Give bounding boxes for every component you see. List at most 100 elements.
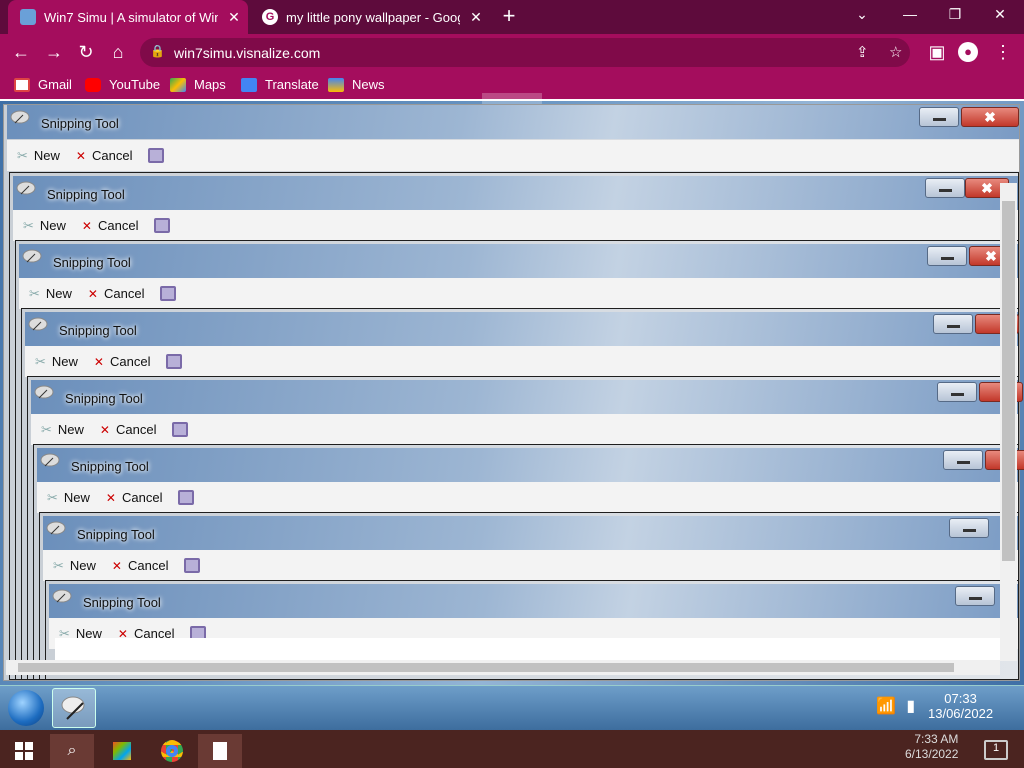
save-icon[interactable]: [172, 422, 189, 437]
sidepanel-icon[interactable]: ▣: [926, 41, 948, 63]
close-button[interactable]: ✖: [961, 107, 1019, 127]
bookmark-translate[interactable]: Translate: [241, 77, 319, 92]
windows-start-button[interactable]: [2, 734, 46, 768]
minimize-button[interactable]: [943, 450, 983, 470]
save-icon[interactable]: [148, 148, 165, 163]
minimize-button[interactable]: [919, 107, 959, 127]
window-title-bar[interactable]: Snipping Tool: [37, 448, 1024, 482]
window-title-bar[interactable]: Snipping Tool: [43, 516, 1018, 550]
snip-toolbar: ✂ New ✕ Cancel: [31, 414, 1018, 445]
bookmark-label: News: [352, 77, 385, 92]
minimize-button[interactable]: [955, 586, 995, 606]
save-icon[interactable]: [160, 286, 177, 301]
tab-search-icon[interactable]: ⌄: [850, 6, 874, 23]
file-button[interactable]: [198, 734, 242, 768]
window-title-bar[interactable]: Snipping Tool: [25, 312, 1019, 346]
new-snip-button[interactable]: ✂ New: [47, 490, 90, 506]
save-icon[interactable]: [178, 490, 195, 505]
window-title: Snipping Tool: [59, 323, 137, 338]
window-title-bar[interactable]: Snipping Tool: [31, 380, 1023, 414]
cancel-button[interactable]: ✕ Cancel: [112, 558, 169, 573]
lock-icon[interactable]: 🔒: [150, 44, 165, 58]
new-snip-button[interactable]: ✂ New: [17, 148, 60, 164]
save-icon[interactable]: [184, 558, 201, 573]
restore-window-button[interactable]: ❐: [943, 6, 967, 23]
minimize-button[interactable]: [933, 314, 973, 334]
maps-icon: [170, 77, 186, 92]
bookmark-news[interactable]: News: [328, 77, 385, 92]
store-button[interactable]: [100, 734, 144, 768]
minimize-button[interactable]: [925, 178, 965, 198]
scroll-thumb[interactable]: [18, 663, 954, 672]
vertical-scrollbar[interactable]: [1000, 183, 1017, 661]
address-bar[interactable]: 🔒 win7simu.visnalize.com ⇪ ☆: [140, 38, 910, 67]
cancel-button[interactable]: ✕ Cancel: [88, 286, 145, 301]
new-snip-button[interactable]: ✂ New: [23, 218, 66, 234]
cancel-label: Cancel: [121, 490, 163, 505]
tray-icons: 📶 ▮: [876, 696, 915, 716]
new-snip-button[interactable]: ✂ New: [53, 558, 96, 574]
back-button[interactable]: ←: [10, 41, 32, 63]
window-title: Snipping Tool: [53, 255, 131, 270]
new-snip-button[interactable]: ✂ New: [35, 354, 78, 370]
cancel-button[interactable]: ✕ Cancel: [82, 218, 139, 233]
snipping-tool-window: Snipping Tool ✂ New ✕ Cancel: [27, 376, 1024, 680]
cancel-x-icon: ✕: [87, 286, 98, 301]
google-favicon-icon: G: [262, 9, 278, 25]
windows10-clock[interactable]: 7:33 AM 6/13/2022: [905, 732, 958, 762]
minimize-button[interactable]: [937, 382, 977, 402]
win7-clock[interactable]: 07:33 13/06/2022: [928, 691, 993, 721]
forward-button[interactable]: →: [43, 41, 65, 63]
save-icon[interactable]: [154, 218, 171, 233]
scroll-thumb[interactable]: [1002, 201, 1015, 561]
minimize-button[interactable]: [949, 518, 989, 538]
bookmark-maps[interactable]: Maps: [170, 77, 226, 92]
cancel-button[interactable]: ✕ Cancel: [106, 490, 163, 505]
windows-start-orb-icon[interactable]: [8, 690, 44, 726]
close-tab-icon[interactable]: ✕: [226, 9, 242, 26]
cancel-button[interactable]: ✕ Cancel: [100, 422, 157, 437]
new-tab-button[interactable]: +: [498, 4, 520, 28]
taskbar-snipping-tool-button[interactable]: [52, 688, 96, 728]
minimize-button[interactable]: [927, 246, 967, 266]
new-snip-button[interactable]: ✂ New: [29, 286, 72, 302]
menu-icon[interactable]: ⋮: [992, 41, 1014, 63]
signal-icon[interactable]: 📶: [876, 698, 896, 715]
snipping-tool-window: Snipping Tool ✂ New ✕ Cancel Snipping Too: [21, 308, 1024, 680]
window-title: Snipping Tool: [83, 595, 161, 610]
reload-button[interactable]: ↻: [75, 41, 97, 63]
snip-toolbar: ✂ New ✕ Cancel: [13, 210, 1018, 241]
win7-time: 07:33: [944, 691, 977, 706]
notification-icon[interactable]: 1: [984, 740, 1008, 760]
home-button[interactable]: ⌂: [107, 41, 129, 63]
window-title-bar[interactable]: Snipping Tool ✖: [7, 105, 1019, 139]
profile-icon[interactable]: ●: [958, 42, 978, 62]
horizontal-scrollbar[interactable]: [6, 660, 1000, 675]
window-title-bar[interactable]: Snipping Tool: [49, 584, 1018, 618]
bookmark-youtube[interactable]: YouTube: [85, 77, 160, 92]
cancel-button[interactable]: ✕ Cancel: [76, 148, 133, 163]
battery-icon[interactable]: ▮: [906, 698, 915, 715]
snip-toolbar: ✂ New ✕ Cancel: [37, 482, 1018, 513]
close-tab-icon[interactable]: ✕: [468, 9, 484, 26]
cancel-x-icon: ✕: [75, 148, 86, 163]
share-icon[interactable]: ⇪: [856, 43, 869, 61]
tab-google[interactable]: G my little pony wallpaper - Google ✕: [250, 0, 490, 34]
new-snip-button[interactable]: ✂ New: [41, 422, 84, 438]
star-icon[interactable]: ☆: [889, 43, 902, 61]
tab-win7simu[interactable]: Win7 Simu | A simulator of Wind ✕: [8, 0, 248, 34]
window-title-bar[interactable]: Snipping Tool ✖: [19, 244, 1018, 278]
windows-logo-icon: [15, 742, 33, 760]
cancel-button[interactable]: ✕ Cancel: [94, 354, 151, 369]
browser-button[interactable]: [150, 734, 194, 768]
search-button[interactable]: ⌕: [50, 734, 94, 768]
bookmark-gmail[interactable]: Gmail: [14, 77, 72, 92]
minimize-window-button[interactable]: —: [898, 6, 922, 22]
save-icon[interactable]: [166, 354, 183, 369]
url-text[interactable]: win7simu.visnalize.com: [174, 45, 320, 61]
close-window-button[interactable]: ✕: [988, 6, 1012, 23]
cancel-x-icon: ✕: [93, 354, 104, 369]
youtube-icon: [85, 77, 101, 92]
snipping-tool-window: Snipping Tool ✖ ✂ New ✕ Cancel Snipping To…: [3, 104, 1024, 681]
window-title-bar[interactable]: Snipping Tool ✖: [13, 176, 1018, 210]
